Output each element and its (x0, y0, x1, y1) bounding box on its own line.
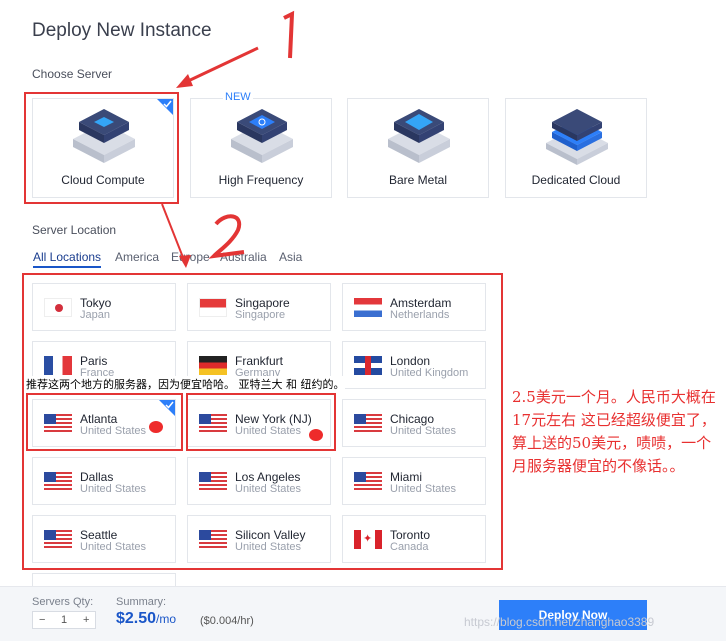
annotation-note-price: 2.5美元一个月。人民币大概在17元左右 这已经超级便宜了，算上送的50美元，啧… (512, 388, 716, 475)
annotation-number-1 (283, 10, 295, 59)
annotation-arrows (161, 10, 295, 268)
quantity-stepper[interactable]: − 1 + (32, 611, 96, 629)
qty-value[interactable]: 1 (61, 614, 67, 626)
price-value: $2.50 (116, 610, 157, 627)
qty-minus-button[interactable]: − (39, 614, 45, 626)
servers-qty-label: Servers Qty: (32, 596, 94, 608)
summary-price: $2.50/mo (116, 610, 176, 628)
summary-label: Summary: (116, 596, 167, 608)
summary-hourly: ($0.004/hr) (200, 615, 254, 627)
qty-plus-button[interactable]: + (83, 614, 89, 626)
bottom-bar: Servers Qty: − 1 + Summary: $2.50/mo ($0… (0, 586, 726, 641)
annotation-number-2 (208, 214, 245, 259)
annotation-note-recommend: 推荐这两个地方的服务器，因为便宜哈哈。 亚特兰大 和 纽约的。 (26, 376, 345, 392)
price-unit: /mo (156, 612, 177, 626)
watermark: https://blog.csdn.net/zhanghao3389 (464, 615, 655, 629)
